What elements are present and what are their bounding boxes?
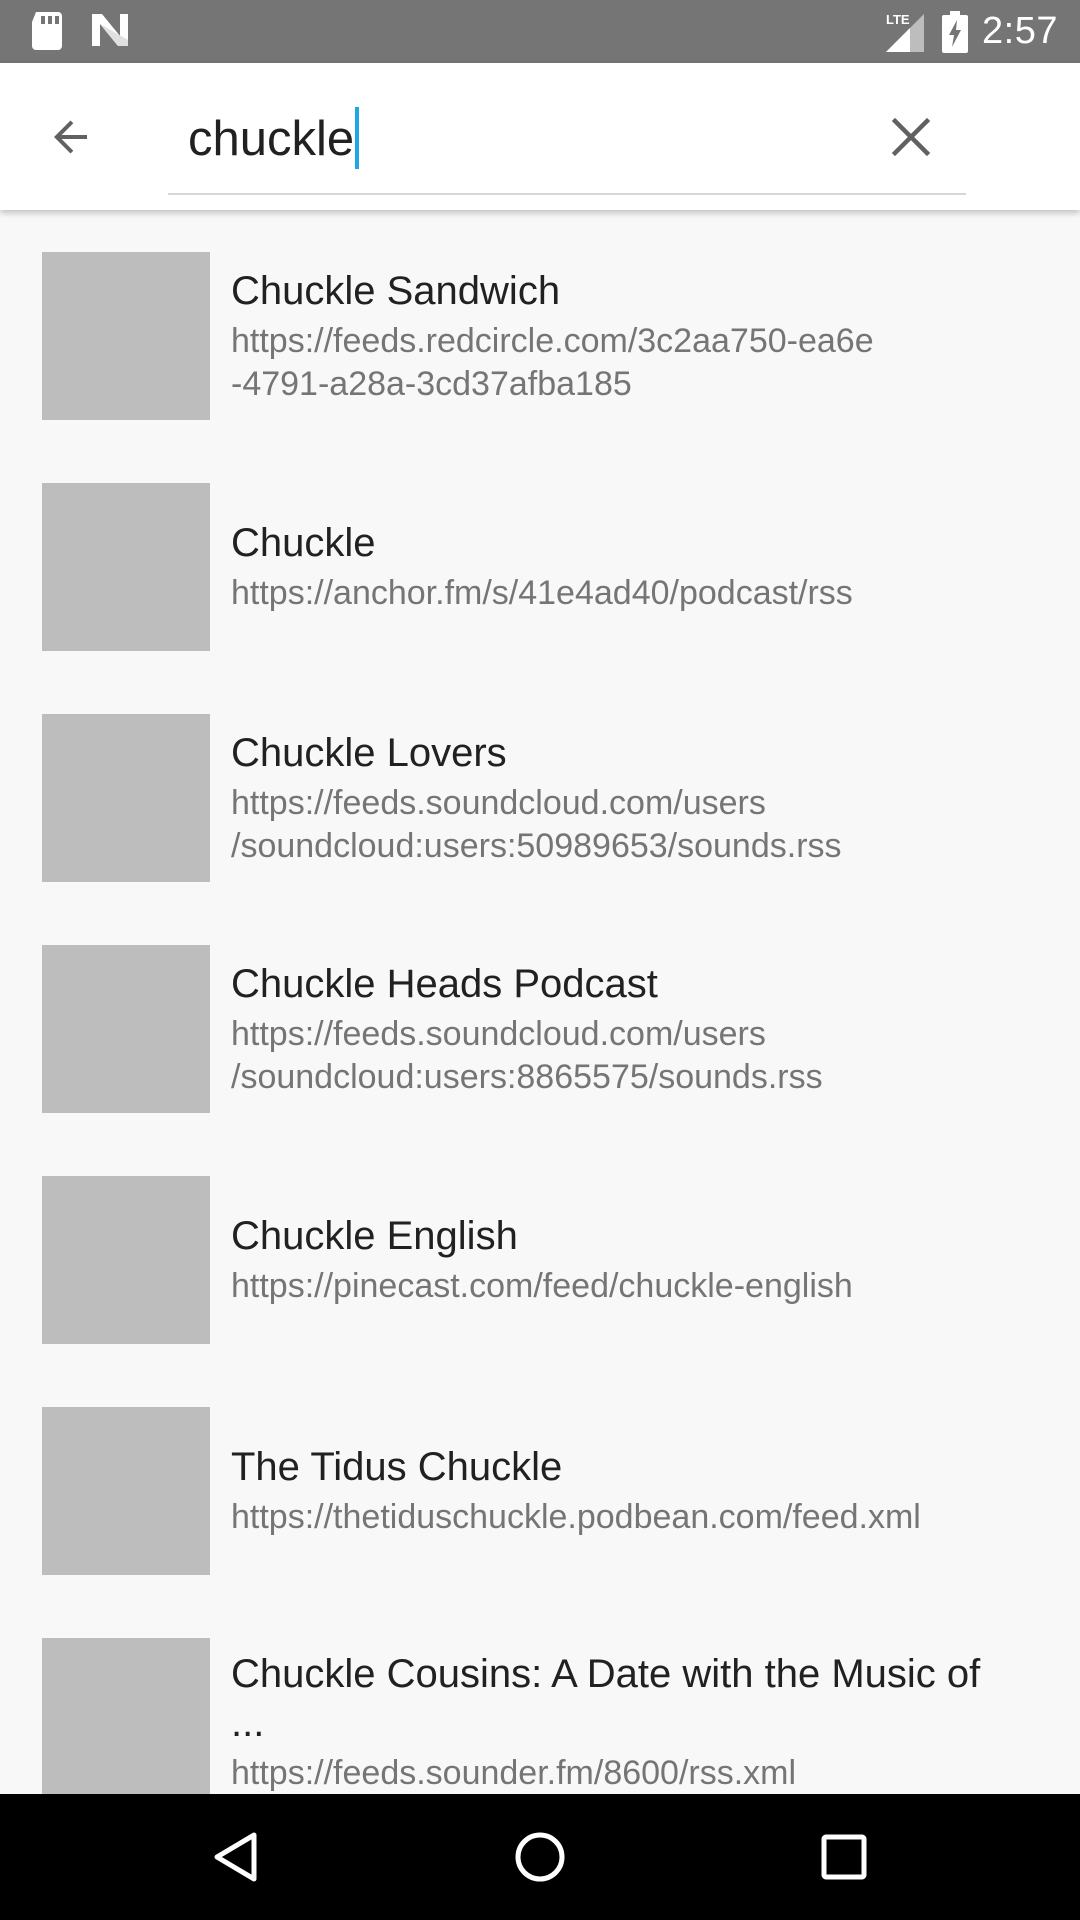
search-query-text[interactable]: chuckle xyxy=(188,107,360,169)
result-text: Chuckle Heads Podcast https://feeds.soun… xyxy=(231,903,1020,1155)
status-time: 2:57 xyxy=(982,10,1058,52)
status-bar: LTE 2:57 xyxy=(0,0,1080,63)
screen: LTE 2:57 chuckle Chuckle Sandwich https:… xyxy=(0,0,1080,1920)
result-url-line: https://feeds.sounder.fm/8600/rss.xml xyxy=(231,1753,797,1792)
result-url-line: -4791-a28a-3cd37afba185 xyxy=(231,364,632,403)
result-item[interactable]: Chuckle Lovers https://feeds.soundcloud.… xyxy=(0,672,1080,903)
system-nav-bar xyxy=(0,1794,1080,1920)
result-item[interactable]: Chuckle English https://pinecast.com/fee… xyxy=(0,1134,1080,1365)
result-title: The Tidus Chuckle xyxy=(231,1445,563,1489)
result-url: https://pinecast.com/feed/chuckle-englis… xyxy=(231,1265,1020,1308)
home-circle-icon xyxy=(514,1831,566,1883)
result-text: Chuckle English https://pinecast.com/fee… xyxy=(231,1134,1020,1386)
result-item[interactable]: The Tidus Chuckle https://thetiduschuckl… xyxy=(0,1365,1080,1596)
result-item[interactable]: Chuckle https://anchor.fm/s/41e4ad40/pod… xyxy=(0,441,1080,672)
back-triangle-icon xyxy=(212,1831,260,1883)
search-app-bar: chuckle xyxy=(0,63,1080,210)
result-url-line: https://anchor.fm/s/41e4ad40/podcast/rss xyxy=(231,574,853,612)
result-url: https://thetiduschuckle.podbean.com/feed… xyxy=(231,1496,1020,1539)
search-query: chuckle xyxy=(188,112,355,166)
podcast-thumbnail xyxy=(42,1407,210,1575)
result-title: Chuckle Sandwich xyxy=(231,268,561,313)
result-url-line: https://feeds.soundcloud.com/users xyxy=(231,1014,766,1053)
result-url-line: https://feeds.redcircle.com/3c2aa750-ea6… xyxy=(231,321,874,360)
result-text: Chuckle Cousins: A Date with the Music o… xyxy=(231,1596,1020,1794)
result-title: Chuckle English xyxy=(231,1214,518,1258)
result-text: Chuckle https://anchor.fm/s/41e4ad40/pod… xyxy=(231,441,1020,693)
svg-text:LTE: LTE xyxy=(886,12,910,27)
podcast-thumbnail xyxy=(42,945,210,1113)
podcast-thumbnail xyxy=(42,252,210,420)
text-cursor xyxy=(355,107,360,169)
result-item[interactable]: Chuckle Cousins: A Date with the Music o… xyxy=(0,1596,1080,1794)
search-input[interactable]: chuckle xyxy=(168,75,966,195)
podcast-thumbnail xyxy=(42,483,210,651)
podcast-thumbnail xyxy=(42,714,210,882)
result-title: Chuckle Heads Podcast xyxy=(231,961,658,1006)
result-item[interactable]: Chuckle Sandwich https://feeds.redcircle… xyxy=(0,210,1080,441)
result-url: https://anchor.fm/s/41e4ad40/podcast/rss xyxy=(231,572,1020,615)
result-url: https://feeds.redcircle.com/3c2aa750-ea6… xyxy=(231,320,1020,406)
result-url: https://feeds.soundcloud.com/users /soun… xyxy=(231,1013,1020,1099)
result-item[interactable]: Chuckle Heads Podcast https://feeds.soun… xyxy=(0,903,1080,1134)
battery-charging-icon xyxy=(942,10,969,53)
result-url-line: /soundcloud:users:8865575/sounds.rss xyxy=(231,1057,823,1096)
result-url: https://feeds.soundcloud.com/users /soun… xyxy=(231,782,1020,868)
result-url-line: https://feeds.soundcloud.com/users xyxy=(231,783,766,822)
lte-signal-icon: LTE xyxy=(884,10,928,54)
result-title: Chuckle xyxy=(231,521,376,565)
status-right: LTE 2:57 xyxy=(884,0,1058,63)
result-url-line: https://pinecast.com/feed/chuckle-englis… xyxy=(231,1267,853,1305)
clear-search-button[interactable] xyxy=(874,100,948,174)
result-title: Chuckle Lovers xyxy=(231,730,507,775)
nav-recents-button[interactable] xyxy=(810,1823,878,1891)
result-url-line: /soundcloud:users:50989653/sounds.rss xyxy=(231,826,842,865)
podcast-thumbnail xyxy=(42,1176,210,1344)
result-text: Chuckle Sandwich https://feeds.redcircle… xyxy=(231,210,1020,462)
sd-card-icon xyxy=(30,10,64,55)
recents-square-icon xyxy=(820,1833,868,1881)
close-icon xyxy=(889,115,933,159)
result-title: Chuckle Cousins: A Date with the Music o… xyxy=(231,1651,981,1745)
result-url: https://feeds.sounder.fm/8600/rss.xml xyxy=(231,1752,1020,1795)
arrow-back-icon xyxy=(47,113,95,161)
nav-back-button[interactable] xyxy=(202,1823,270,1891)
results-list: Chuckle Sandwich https://feeds.redcircle… xyxy=(0,210,1080,1794)
n-logo-icon xyxy=(90,10,130,55)
result-text: Chuckle Lovers https://feeds.soundcloud.… xyxy=(231,672,1020,924)
result-text: The Tidus Chuckle https://thetiduschuckl… xyxy=(231,1365,1020,1617)
nav-home-button[interactable] xyxy=(506,1823,574,1891)
result-url-line: https://thetiduschuckle.podbean.com/feed… xyxy=(231,1498,921,1536)
back-button[interactable] xyxy=(34,100,108,174)
podcast-thumbnail xyxy=(42,1638,210,1794)
